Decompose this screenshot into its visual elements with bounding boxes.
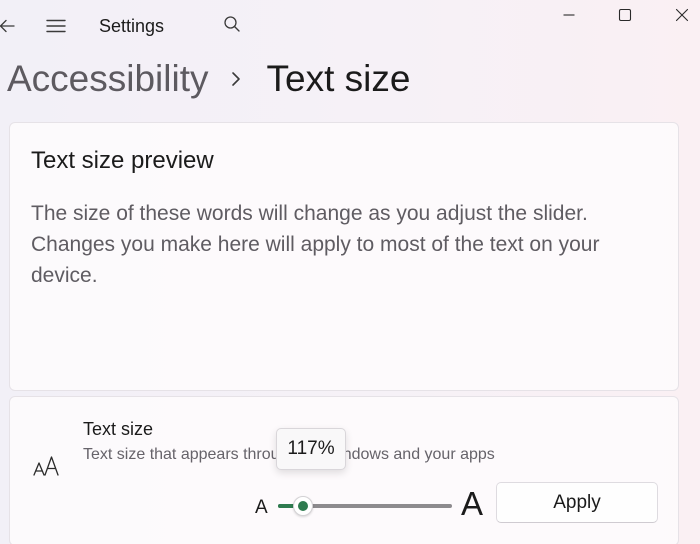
- text-size-setting-card: Text size Text size that appears through…: [9, 396, 679, 544]
- chevron-right-icon: [231, 71, 241, 87]
- maximize-icon[interactable]: [611, 0, 639, 30]
- app-title: Settings: [99, 16, 165, 36]
- apply-button[interactable]: Apply: [496, 482, 658, 523]
- text-size-preview-card: Text size preview The size of these word…: [9, 122, 679, 391]
- preview-body-text: The size of these words will change as y…: [31, 202, 600, 287]
- slider-min-label: A: [255, 497, 268, 518]
- slider-thumb[interactable]: [293, 496, 313, 516]
- hamburger-menu-icon[interactable]: [44, 14, 68, 38]
- breadcrumb: Accessibility Text size: [7, 54, 410, 104]
- text-size-icon: [32, 453, 62, 479]
- back-arrow-icon[interactable]: [0, 14, 18, 38]
- slider-value-tooltip: 117%: [276, 428, 346, 470]
- minimize-icon[interactable]: [555, 0, 583, 30]
- preview-title: Text size preview: [31, 147, 214, 174]
- breadcrumb-parent[interactable]: Accessibility: [7, 58, 209, 100]
- search-icon[interactable]: [220, 12, 244, 36]
- slider-max-label: A: [461, 485, 484, 522]
- slider-thumb-dot: [298, 501, 308, 511]
- text-size-slider[interactable]: [278, 496, 452, 516]
- setting-label: Text size: [83, 419, 154, 439]
- close-icon[interactable]: [668, 0, 696, 30]
- page-title: Text size: [266, 58, 411, 99]
